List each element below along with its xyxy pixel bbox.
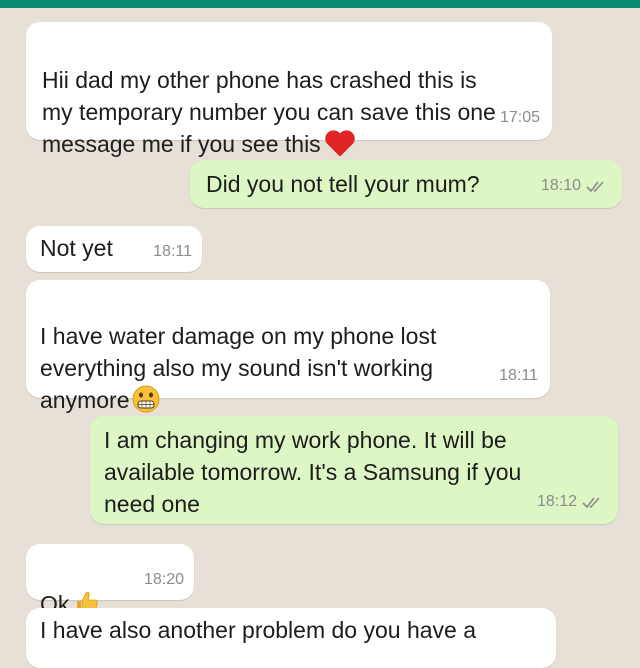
- message-text: I am changing my work phone. It will be …: [104, 427, 522, 517]
- message-text: Not yet: [40, 235, 113, 261]
- message-bubble-incoming[interactable]: Not yet 18:11: [26, 226, 202, 272]
- delivered-double-check-icon: [586, 181, 604, 193]
- message-bubble-incoming[interactable]: I have also another problem do you have …: [26, 608, 556, 668]
- message-text: Hii dad my other phone has crashed this …: [42, 32, 496, 160]
- message-meta: 18:11: [153, 236, 192, 268]
- message-timestamp: 18:11: [153, 243, 192, 260]
- message-bubble-incoming[interactable]: Hii dad my other phone has crashed this …: [26, 22, 552, 157]
- app-header-strip: [0, 0, 640, 8]
- message-text-content: I have water damage on my phone lost eve…: [40, 323, 437, 413]
- delivered-double-check-icon: [582, 497, 600, 509]
- message-text: I have also another problem do you have …: [40, 617, 477, 643]
- grimacing-face-icon: [132, 385, 160, 413]
- message-timestamp: 18:11: [499, 367, 538, 384]
- red-heart-icon: [324, 130, 355, 157]
- message-bubble-outgoing[interactable]: Did you not tell your mum? 18:10: [190, 160, 622, 208]
- message-meta: 18:11: [499, 360, 538, 392]
- message-timestamp: 18:12: [536, 493, 577, 510]
- message-bubble-outgoing[interactable]: I am changing my work phone. It will be …: [90, 416, 618, 524]
- message-bubble-incoming[interactable]: Ok 18:20: [26, 544, 194, 617]
- message-bubble-incoming[interactable]: I have water damage on my phone lost eve…: [26, 280, 550, 413]
- message-meta: 18:10: [541, 170, 608, 202]
- message-text-content: Hii dad my other phone has crashed this …: [42, 67, 496, 157]
- message-timestamp: 18:10: [540, 177, 581, 194]
- message-text: I have water damage on my phone lost eve…: [40, 288, 436, 416]
- message-meta: 17:05: [500, 102, 540, 134]
- message-timestamp: 18:20: [143, 571, 184, 588]
- message-meta: 18:12: [537, 486, 604, 518]
- message-text: Did you not tell your mum?: [206, 171, 480, 197]
- message-meta: 18:20: [144, 564, 184, 596]
- message-timestamp: 17:05: [499, 109, 540, 126]
